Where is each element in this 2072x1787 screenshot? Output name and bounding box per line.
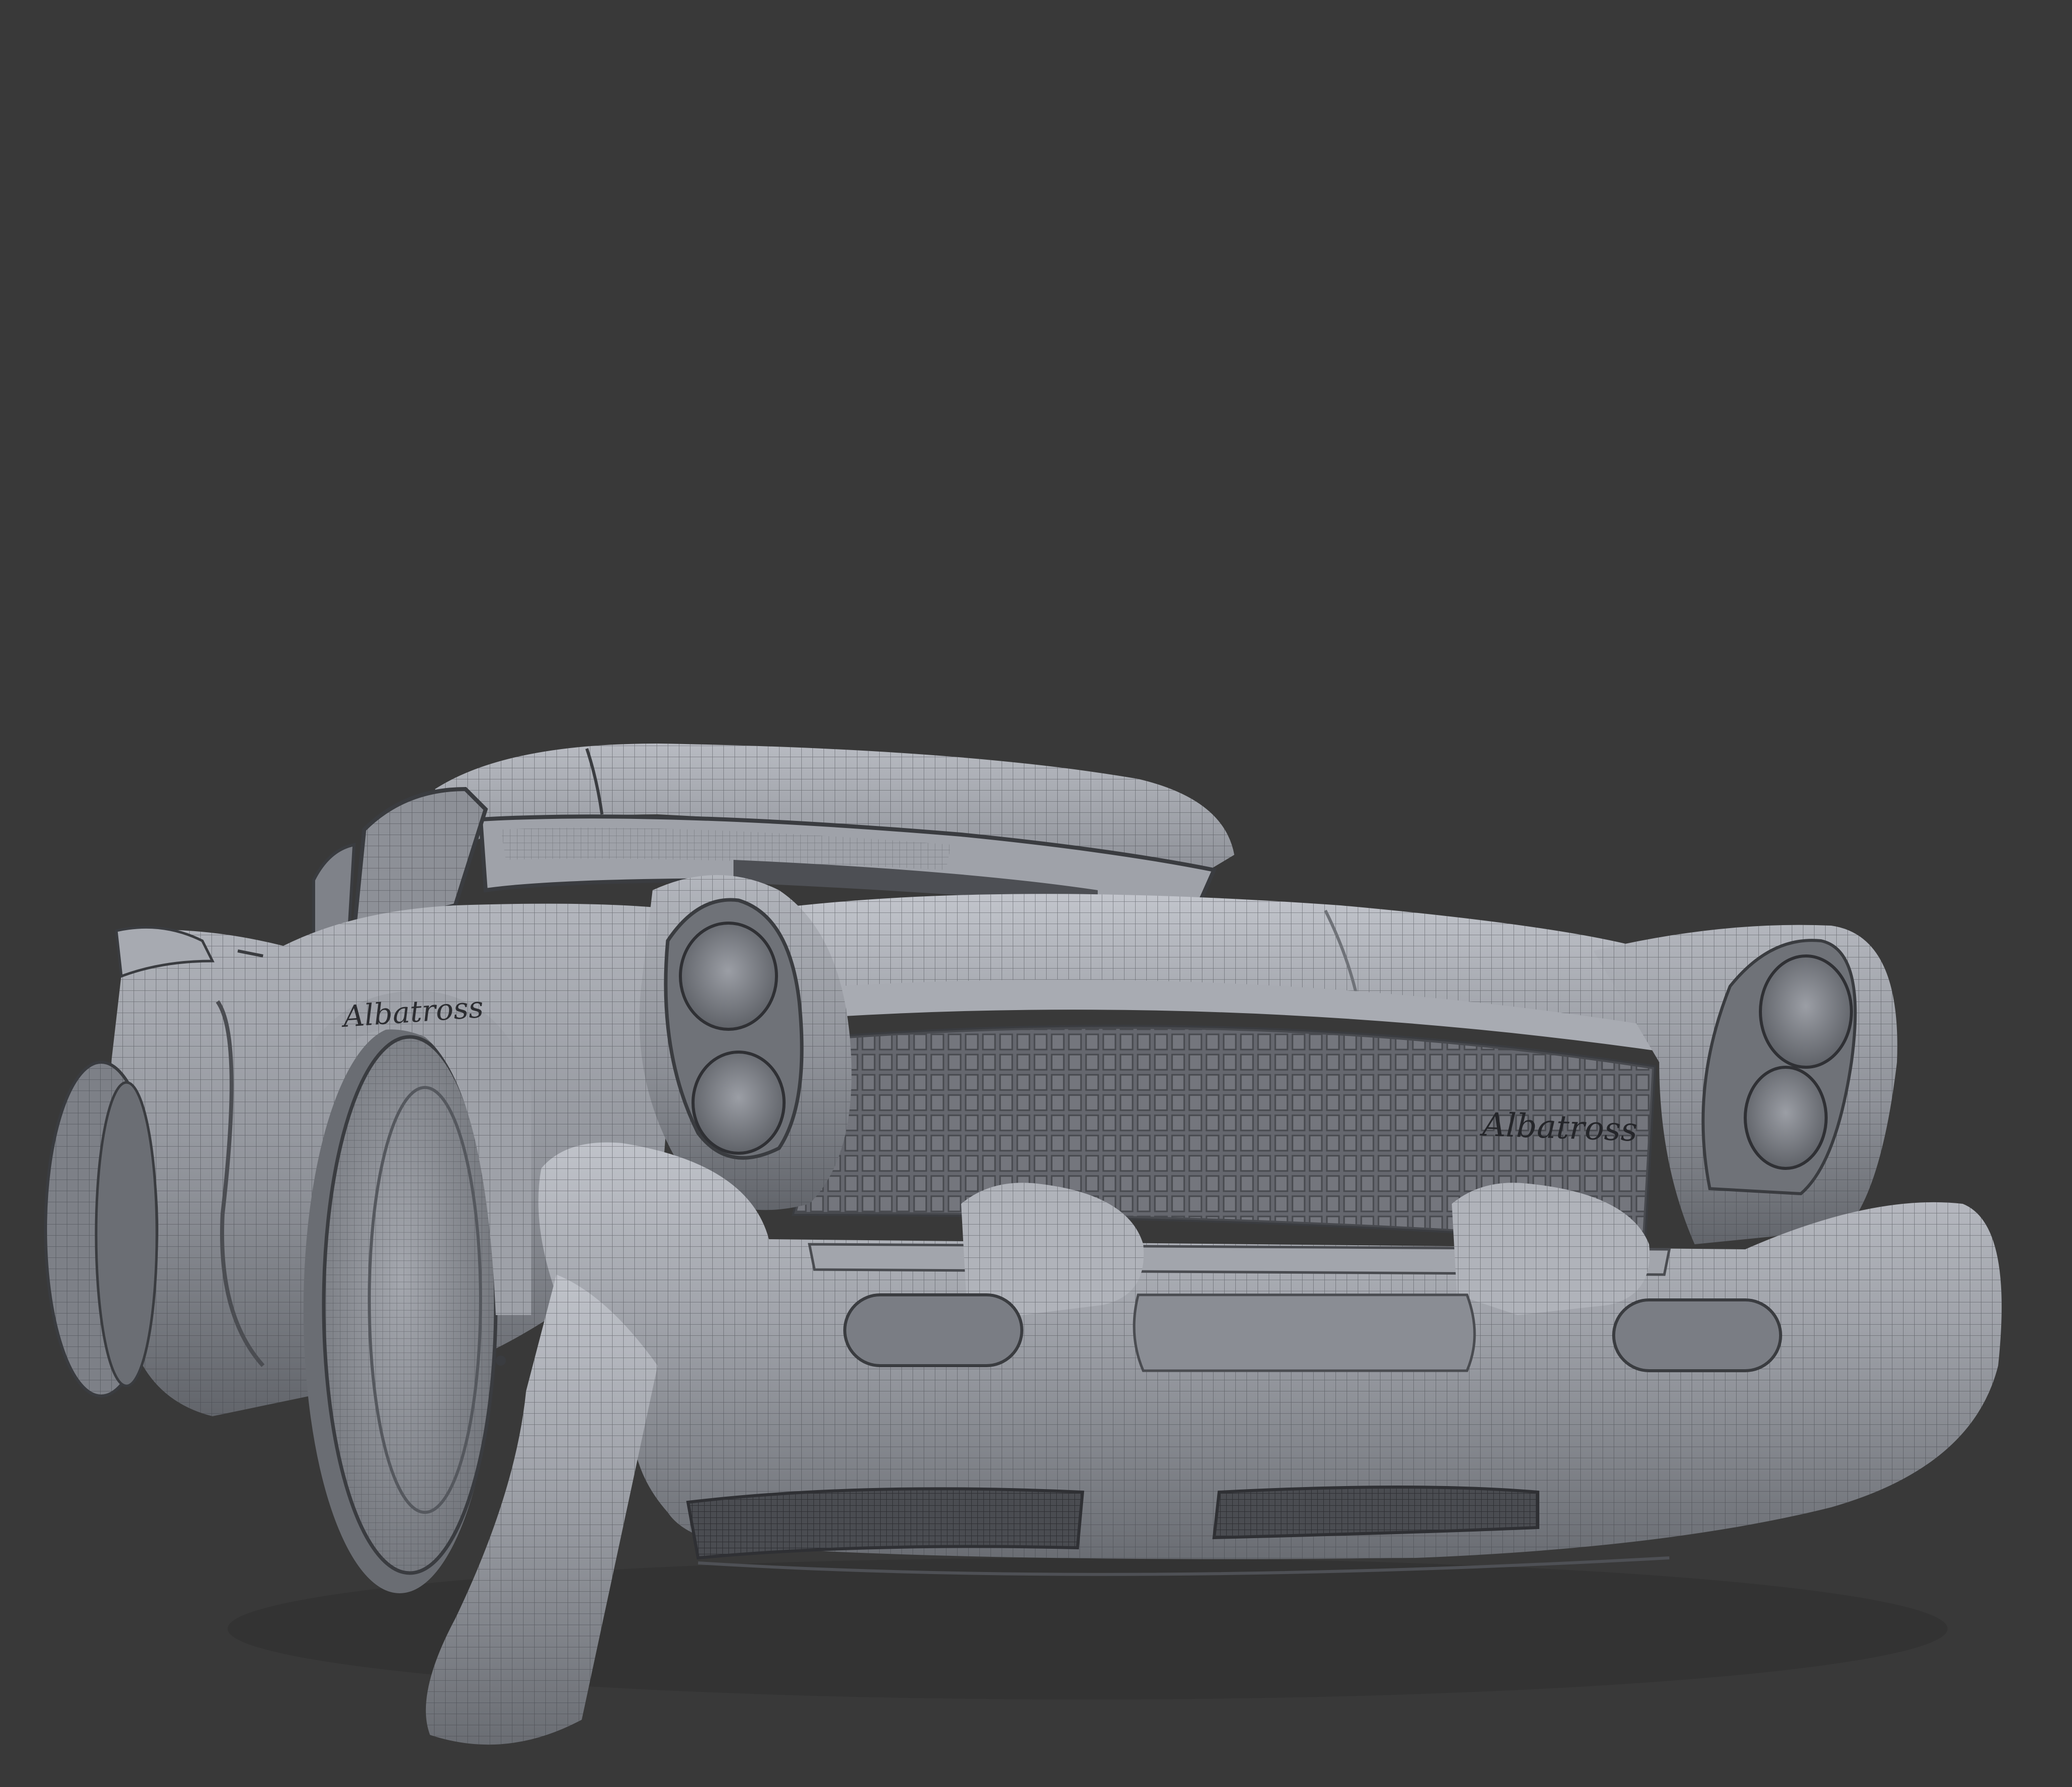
bumper-recess-left	[843, 1293, 1023, 1367]
bumper-recess-right	[1612, 1298, 1782, 1372]
bumper-center-opening	[1133, 1293, 1476, 1372]
grille-script-badge: Albatross	[1479, 1106, 1638, 1149]
lower-vent-left	[686, 1487, 1085, 1560]
left-headlight-lower	[692, 1051, 786, 1155]
rear-wheel-cover	[44, 1061, 158, 1398]
right-headlight-lower	[1744, 1066, 1828, 1170]
right-headlight-upper	[1759, 954, 1853, 1069]
render-viewport: Albatross Albatross	[0, 0, 2072, 1787]
left-headlight-upper	[679, 922, 778, 1031]
lower-vent-right	[1212, 1486, 1539, 1540]
